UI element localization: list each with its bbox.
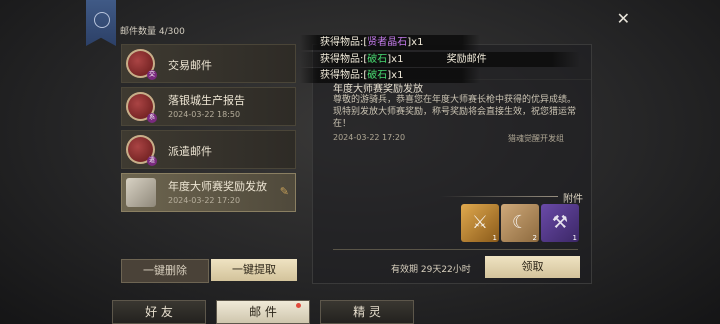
popup-mail-type: 奖励邮件 <box>446 54 487 65</box>
emblem-icon <box>94 12 110 28</box>
detail-body: 尊敬的游骑兵，恭喜您在年度大师赛长枪中获得的优异成绩。现特别发放大师赛奖励，称号… <box>333 95 577 129</box>
delete-all-button[interactable]: 一键删除 <box>121 259 209 283</box>
mail-title: 交易邮件 <box>168 59 212 72</box>
attachment-slot[interactable]: ⚒ 1 <box>541 204 579 242</box>
mail-count: 邮件数量 4/300 <box>120 27 185 37</box>
tag-badge: 遣 <box>147 156 157 166</box>
paperclip-icon: ✎ <box>279 185 289 198</box>
slot-count: 1 <box>572 234 577 242</box>
popup-prefix: 获得物品:[ <box>320 37 368 48</box>
mail-item-report[interactable]: 系 落银城生产报告 2024-03-22 18:50 <box>121 87 296 126</box>
expire-text: 有效期 29天22小时 <box>391 265 471 275</box>
close-button[interactable]: ✕ <box>617 11 630 27</box>
mail-item-reward[interactable]: 年度大师赛奖励发放 2024-03-22 17:20 ✎ <box>121 173 296 212</box>
mail-title: 派遣邮件 <box>168 145 212 158</box>
popup-suffix: ]x1 <box>407 37 424 48</box>
mail-item-trade[interactable]: 交 交易邮件 <box>121 44 296 83</box>
attachments-divider <box>440 196 558 197</box>
slot-count: 2 <box>532 234 537 242</box>
seal-icon: 系 <box>126 92 157 123</box>
mail-item-dispatch[interactable]: 遣 派遣邮件 <box>121 130 296 169</box>
seal-icon: 遣 <box>126 135 157 166</box>
tab-mail-label: 邮 件 <box>249 305 277 319</box>
popup-prefix: 获得物品:[ <box>320 54 368 65</box>
tag-badge: 系 <box>147 113 157 123</box>
tab-spirits[interactable]: 精 灵 <box>320 300 414 324</box>
popup-item-name: 破石 <box>367 54 388 65</box>
tab-mail[interactable]: 邮 件 <box>216 300 310 324</box>
tab-friends[interactable]: 好 友 <box>112 300 206 324</box>
popup-suffix: ]x1 <box>387 54 404 65</box>
mail-list: 交 交易邮件 系 落银城生产报告 2024-03-22 18:50 遣 派遣邮件… <box>121 44 296 216</box>
tag-badge: 交 <box>147 70 157 80</box>
detail-title: 年度大师赛奖励发放 <box>333 84 423 95</box>
bottom-tabs: 好 友 邮 件 精 灵 <box>0 297 720 324</box>
mail-title: 年度大师赛奖励发放 <box>168 180 267 193</box>
slot-count: 1 <box>492 234 497 242</box>
claim-all-button[interactable]: 一键提取 <box>211 259 297 281</box>
attachments-label: 附件 <box>563 194 583 205</box>
popup-item: 获得物品:[贤者晶石]x1 <box>300 35 480 50</box>
detail-sender: 猎魂觉醒开发组 <box>508 134 564 143</box>
notification-dot <box>296 303 301 308</box>
mail-title: 落银城生产报告 <box>168 94 245 107</box>
attachment-slot[interactable]: ⚔ 1 <box>461 204 499 242</box>
attachment-slot[interactable]: ☾ 2 <box>501 204 539 242</box>
mail-date: 2024-03-22 17:20 <box>168 196 241 205</box>
popup-item: 获得物品:[破石]x1 奖励邮件 <box>300 52 580 67</box>
scroll-icon <box>126 178 156 207</box>
divider <box>333 249 578 250</box>
popup-item-name: 贤者晶石 <box>367 37 408 48</box>
claim-button[interactable]: 领取 <box>485 256 580 278</box>
seal-icon: 交 <box>126 49 157 80</box>
detail-time: 2024-03-22 17:20 <box>333 133 406 142</box>
mail-date: 2024-03-22 18:50 <box>168 110 241 119</box>
